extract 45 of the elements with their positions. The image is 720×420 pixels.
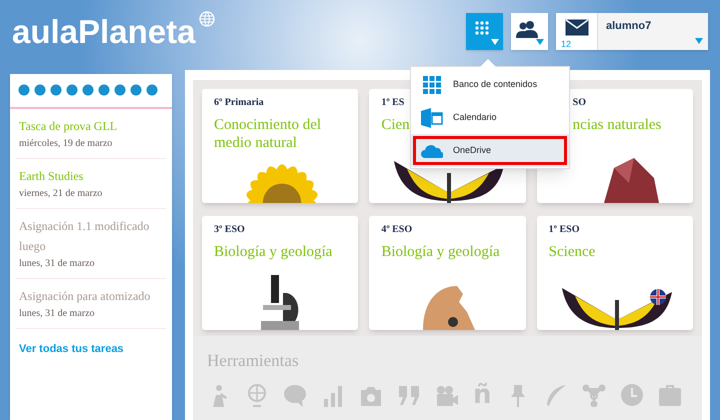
course-card[interactable]: 6º Primaria Conocimiento del medio natural — [202, 89, 358, 203]
globe-icon[interactable] — [245, 382, 269, 406]
course-title: Biología y geología — [214, 243, 332, 261]
network-icon[interactable] — [582, 382, 606, 406]
user-panel[interactable]: 12 alumno7 — [556, 13, 708, 50]
username: alumno7 — [606, 19, 652, 34]
course-card[interactable]: 3º ESO Biología y geología — [202, 216, 358, 330]
task-date: lunes, 31 de marzo — [19, 307, 96, 321]
course-level: 4º ESO — [381, 225, 414, 235]
tools-heading: Herramientas — [207, 350, 300, 372]
caret-icon — [491, 39, 499, 45]
course-level: 1º ES — [381, 98, 406, 108]
course-level: 1º ESO — [548, 225, 580, 235]
course-card[interactable]: 1º ESO Science — [536, 216, 693, 330]
task-date: lunes, 31 de marzo — [19, 257, 96, 271]
chat-icon[interactable] — [283, 382, 307, 406]
briefcase-icon[interactable] — [658, 382, 682, 406]
caret-icon — [695, 38, 703, 44]
globe-icon — [199, 11, 216, 27]
contacts-button[interactable] — [511, 13, 548, 50]
course-title: Conocimiento del medio natural — [214, 116, 322, 152]
task-date: viernes, 21 de marzo — [19, 187, 104, 201]
users-icon — [516, 20, 538, 38]
course-level: SO — [572, 98, 587, 108]
caret-icon — [536, 39, 544, 45]
mail-icon — [565, 19, 589, 36]
course-level: 3º ESO — [214, 225, 246, 235]
apps-button[interactable] — [466, 13, 503, 50]
course-level: 6º Primaria — [214, 98, 265, 108]
cloud-icon — [421, 144, 443, 158]
grid-icon — [475, 21, 489, 35]
tiles-icon — [423, 76, 441, 94]
course-card[interactable]: 4º ESO Biología y geología — [369, 216, 526, 330]
dots-icon — [18, 84, 160, 96]
task-date: miércoles, 19 de marzo — [19, 137, 114, 151]
course-title: Science — [548, 243, 596, 261]
menu-item[interactable]: Calendario — [411, 101, 569, 134]
course-title: ncias naturales — [572, 116, 662, 134]
course-title: Cien — [381, 116, 410, 134]
mail-count: 12 — [561, 40, 572, 49]
menu-item[interactable]: Banco de contenidos — [411, 68, 569, 101]
course-title: Biología y geología — [381, 243, 500, 261]
calendar-icon — [421, 108, 443, 128]
clock-icon[interactable] — [620, 382, 644, 406]
menu-item[interactable]: OneDrive — [411, 134, 569, 167]
